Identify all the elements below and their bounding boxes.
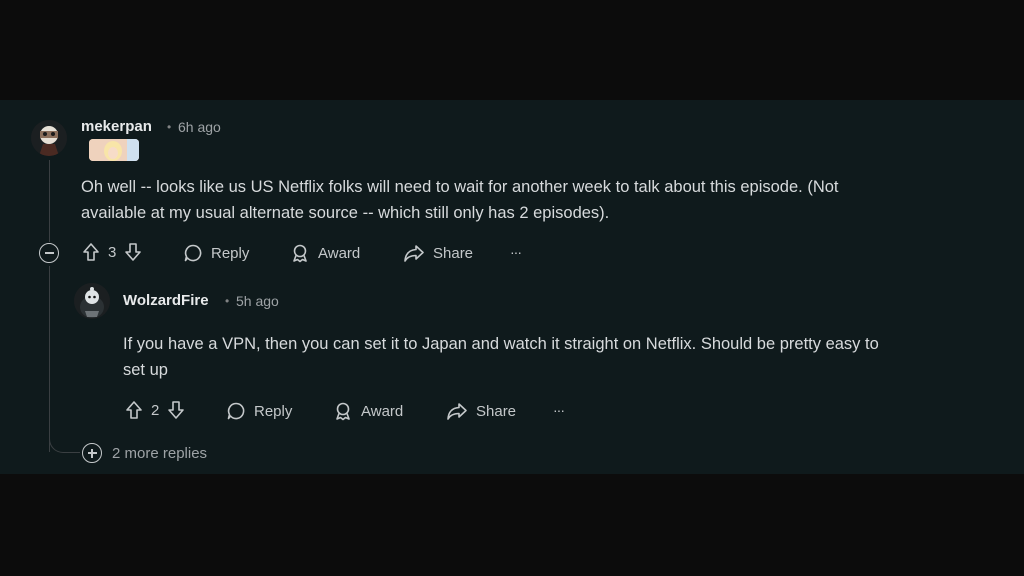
vote-controls: 2: [124, 400, 186, 420]
collapse-thread-button[interactable]: [39, 243, 59, 263]
arrow-up-icon[interactable]: [81, 242, 101, 262]
meta-separator: •: [167, 120, 172, 134]
share-button[interactable]: Share: [403, 243, 473, 263]
comment-body-line: Oh well -- looks like us US Netflix folk…: [81, 178, 839, 196]
plus-circle-icon: [82, 443, 102, 463]
more-options-button[interactable]: ···: [553, 402, 565, 418]
arrow-down-icon[interactable]: [123, 242, 143, 262]
award-label: Award: [318, 244, 361, 262]
minus-circle-icon: [44, 252, 54, 254]
comment-author[interactable]: mekerpan: [81, 118, 152, 135]
share-label: Share: [476, 402, 517, 420]
meta-separator: •: [225, 294, 230, 308]
thread-line: [49, 266, 50, 452]
reply-button[interactable]: Reply: [183, 243, 249, 263]
reply-label: Reply: [211, 244, 250, 262]
comment-author[interactable]: WolzardFire: [123, 292, 209, 309]
award-ribbon-icon: [336, 402, 350, 421]
thread-connector: [49, 430, 80, 453]
speech-bubble-icon: [184, 244, 202, 262]
vote-controls: 3: [81, 242, 143, 262]
more-replies-label: 2 more replies: [112, 444, 208, 462]
more-replies-button[interactable]: 2 more replies: [82, 443, 207, 463]
share-arrow-icon: [404, 245, 424, 262]
comment-body-line: If you have a VPN, then you can set it t…: [123, 335, 879, 353]
vote-count: 2: [151, 401, 160, 419]
comment-body-line: set up: [123, 361, 168, 379]
comment-timestamp[interactable]: 6h ago: [178, 119, 221, 135]
share-button[interactable]: Share: [446, 401, 516, 421]
avatar[interactable]: [74, 283, 110, 319]
vote-count: 3: [108, 243, 117, 261]
speech-bubble-icon: [227, 402, 245, 420]
user-flair-image: [89, 139, 139, 161]
share-label: Share: [433, 244, 474, 262]
award-label: Award: [361, 402, 404, 420]
comment-timestamp[interactable]: 5h ago: [236, 293, 279, 309]
avatar[interactable]: [31, 120, 67, 156]
arrow-up-icon[interactable]: [124, 400, 144, 420]
more-options-button[interactable]: ···: [510, 244, 522, 260]
arrow-down-icon[interactable]: [166, 400, 186, 420]
reply-label: Reply: [254, 402, 293, 420]
thread-line: [49, 160, 50, 242]
award-ribbon-icon: [293, 244, 307, 263]
award-button[interactable]: Award: [333, 401, 403, 421]
share-arrow-icon: [447, 403, 467, 420]
reply-button[interactable]: Reply: [226, 401, 292, 421]
award-button[interactable]: Award: [290, 243, 360, 263]
comment-body-line: available at my usual alternate source -…: [81, 204, 610, 222]
